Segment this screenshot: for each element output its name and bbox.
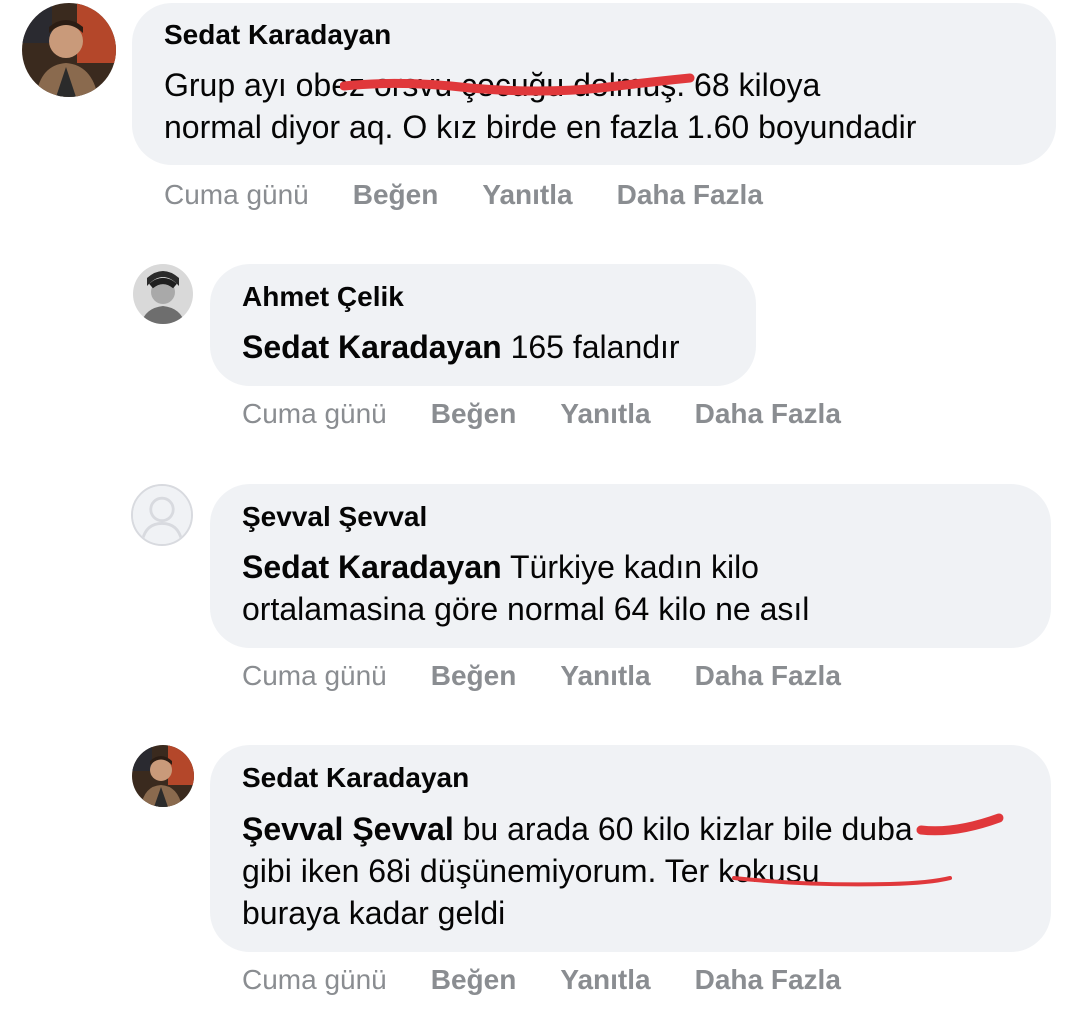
comment-actions: Cuma günü Beğen Yanıtla Daha Fazla bbox=[242, 659, 885, 693]
like-button[interactable]: Beğen bbox=[431, 397, 517, 431]
comment-actions: Cuma günü Beğen Yanıtla Daha Fazla bbox=[164, 178, 807, 212]
user-photo-icon bbox=[22, 3, 116, 97]
comment-text-line: ortalamasina göre normal 64 kilo ne asıl bbox=[242, 591, 810, 627]
comment-text-line: bu arada 60 kilo kizlar bile duba bbox=[453, 811, 913, 847]
comment-text-line: 165 falandır bbox=[501, 329, 680, 365]
comment-text-line: gibi iken 68i düşünemiyorum. Ter kokusu bbox=[242, 853, 820, 889]
comment-author[interactable]: Sedat Karadayan bbox=[242, 761, 469, 795]
like-button[interactable]: Beğen bbox=[353, 178, 439, 212]
comment-text-line: normal diyor aq. O kız birde en fazla 1.… bbox=[164, 109, 917, 145]
avatar[interactable] bbox=[22, 3, 116, 97]
mention-link[interactable]: Sedat Karadayan bbox=[242, 329, 502, 365]
like-button[interactable]: Beğen bbox=[431, 963, 517, 997]
comment-text-line: Grup ayı obez orsvu çocuğu dolmuş. 68 ki… bbox=[164, 67, 821, 103]
comment-author[interactable]: Ahmet Çelik bbox=[242, 280, 404, 314]
reply-button[interactable]: Yanıtla bbox=[560, 397, 650, 431]
comment-actions: Cuma günü Beğen Yanıtla Daha Fazla bbox=[242, 397, 885, 431]
comment-timestamp[interactable]: Cuma günü bbox=[242, 397, 387, 431]
comment-text-line: Türkiye kadın kilo bbox=[501, 549, 759, 585]
user-photo-icon bbox=[132, 745, 194, 807]
avatar[interactable] bbox=[133, 264, 193, 324]
like-button[interactable]: Beğen bbox=[431, 659, 517, 693]
more-button[interactable]: Daha Fazla bbox=[695, 397, 841, 431]
more-button[interactable]: Daha Fazla bbox=[695, 659, 841, 693]
comment-text: Sedat Karadayan Türkiye kadın kilo ortal… bbox=[242, 546, 809, 630]
comment-timestamp[interactable]: Cuma günü bbox=[242, 963, 387, 997]
mention-link[interactable]: Şevval Şevval bbox=[242, 811, 454, 847]
comment-timestamp[interactable]: Cuma günü bbox=[164, 178, 309, 212]
comment-text: Grup ayı obez orsvu çocuğu dolmuş. 68 ki… bbox=[164, 64, 1044, 148]
default-profile-icon bbox=[133, 486, 191, 544]
reply-button[interactable]: Yanıtla bbox=[560, 659, 650, 693]
comment-author[interactable]: Şevval Şevval bbox=[242, 500, 427, 534]
comment-text: Şevval Şevval bu arada 60 kilo kizlar bi… bbox=[242, 808, 913, 934]
more-button[interactable]: Daha Fazla bbox=[695, 963, 841, 997]
reply-button[interactable]: Yanıtla bbox=[560, 963, 650, 997]
comment-text-line: buraya kadar geldi bbox=[242, 895, 506, 931]
comment-author[interactable]: Sedat Karadayan bbox=[164, 18, 391, 52]
reply-button[interactable]: Yanıtla bbox=[482, 178, 572, 212]
avatar[interactable] bbox=[131, 484, 193, 546]
mention-link[interactable]: Sedat Karadayan bbox=[242, 549, 502, 585]
more-button[interactable]: Daha Fazla bbox=[617, 178, 763, 212]
comment-actions: Cuma günü Beğen Yanıtla Daha Fazla bbox=[242, 963, 885, 997]
comment-text: Sedat Karadayan 165 falandır bbox=[242, 326, 680, 368]
avatar[interactable] bbox=[132, 745, 194, 807]
comment-timestamp[interactable]: Cuma günü bbox=[242, 659, 387, 693]
user-photo-icon bbox=[133, 264, 193, 324]
